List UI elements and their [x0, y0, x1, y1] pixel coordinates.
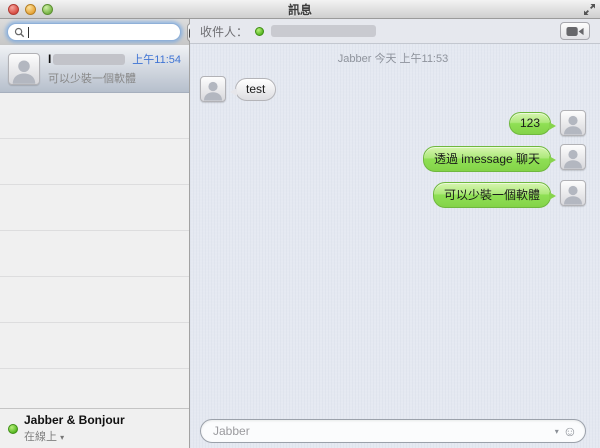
video-camera-icon	[566, 26, 584, 37]
message-area: Jabber 今天 上午11:53 test 123 透過 imessage 聊…	[190, 44, 600, 412]
smiley-icon[interactable]: ☺	[563, 424, 577, 438]
sidebar-header	[0, 19, 189, 45]
avatar	[200, 76, 226, 102]
conversation-name: I	[48, 52, 51, 66]
minimize-button[interactable]	[25, 4, 36, 15]
video-call-button[interactable]	[560, 22, 590, 40]
recipient-status-icon	[255, 27, 264, 36]
message-bubble: 可以少裝一個軟體	[433, 182, 551, 208]
chat-pane: 收件人： Jabber 今天 上午11:53 test 123	[190, 19, 600, 448]
zoom-button[interactable]	[42, 4, 53, 15]
messages-window: 訊息	[0, 0, 600, 448]
avatar	[8, 53, 40, 85]
empty-list-row	[0, 369, 189, 408]
conversation-list: I 上午11:54 可以少裝一個軟體	[0, 45, 189, 408]
message-row-outgoing: 透過 imessage 聊天	[200, 144, 586, 172]
chevron-down-icon[interactable]: ▾	[555, 427, 559, 436]
search-input[interactable]	[32, 26, 174, 38]
empty-list-row	[0, 93, 189, 139]
window-title: 訊息	[0, 1, 600, 18]
avatar	[560, 180, 586, 206]
avatar	[560, 144, 586, 170]
message-input[interactable]	[213, 424, 551, 438]
online-status-icon	[8, 424, 18, 434]
account-name: Jabber & Bonjour	[24, 413, 125, 427]
redacted-name	[53, 54, 125, 65]
message-input-field[interactable]: ▾ ☺	[200, 419, 586, 443]
avatar	[560, 110, 586, 136]
message-input-bar: ▾ ☺	[190, 412, 600, 448]
sidebar: I 上午11:54 可以少裝一個軟體 J	[0, 19, 190, 448]
message-bubble: 透過 imessage 聊天	[423, 146, 551, 172]
message-bubble: 123	[509, 112, 551, 135]
titlebar[interactable]: 訊息	[0, 0, 600, 19]
close-button[interactable]	[8, 4, 19, 15]
empty-list-row	[0, 231, 189, 277]
message-row-incoming: test	[200, 76, 586, 102]
conversation-timestamp: Jabber 今天 上午11:53	[200, 50, 586, 66]
message-row-outgoing: 123	[200, 110, 586, 136]
message-row-outgoing: 可以少裝一個軟體	[200, 180, 586, 208]
account-status[interactable]: 在線上 ▾	[24, 428, 125, 444]
person-icon	[9, 56, 39, 84]
person-icon	[561, 146, 585, 169]
account-status-bar[interactable]: Jabber & Bonjour 在線上 ▾	[0, 408, 189, 448]
account-info: Jabber & Bonjour 在線上 ▾	[24, 413, 125, 444]
empty-list-row	[0, 323, 189, 369]
traffic-lights	[8, 4, 53, 15]
conversation-text: I 上午11:54 可以少裝一個軟體	[48, 51, 181, 86]
fullscreen-icon[interactable]	[583, 3, 596, 16]
person-icon	[561, 112, 585, 135]
recipient-bar: 收件人：	[190, 19, 600, 44]
person-icon	[201, 78, 225, 101]
chevron-down-icon: ▾	[60, 433, 64, 442]
window-content: I 上午11:54 可以少裝一個軟體 J	[0, 19, 600, 448]
conversation-preview: 可以少裝一個軟體	[48, 70, 181, 86]
empty-list-row	[0, 277, 189, 323]
redacted-recipient	[271, 25, 376, 37]
empty-list-row	[0, 185, 189, 231]
search-icon	[14, 27, 25, 38]
search-field[interactable]	[7, 23, 181, 41]
empty-list-row	[0, 139, 189, 185]
message-bubble: test	[235, 78, 276, 101]
person-icon	[561, 182, 585, 205]
conversation-time: 上午11:54	[132, 51, 181, 67]
to-label: 收件人：	[200, 23, 248, 40]
conversation-list-item[interactable]: I 上午11:54 可以少裝一個軟體	[0, 45, 189, 93]
text-caret	[28, 27, 29, 38]
